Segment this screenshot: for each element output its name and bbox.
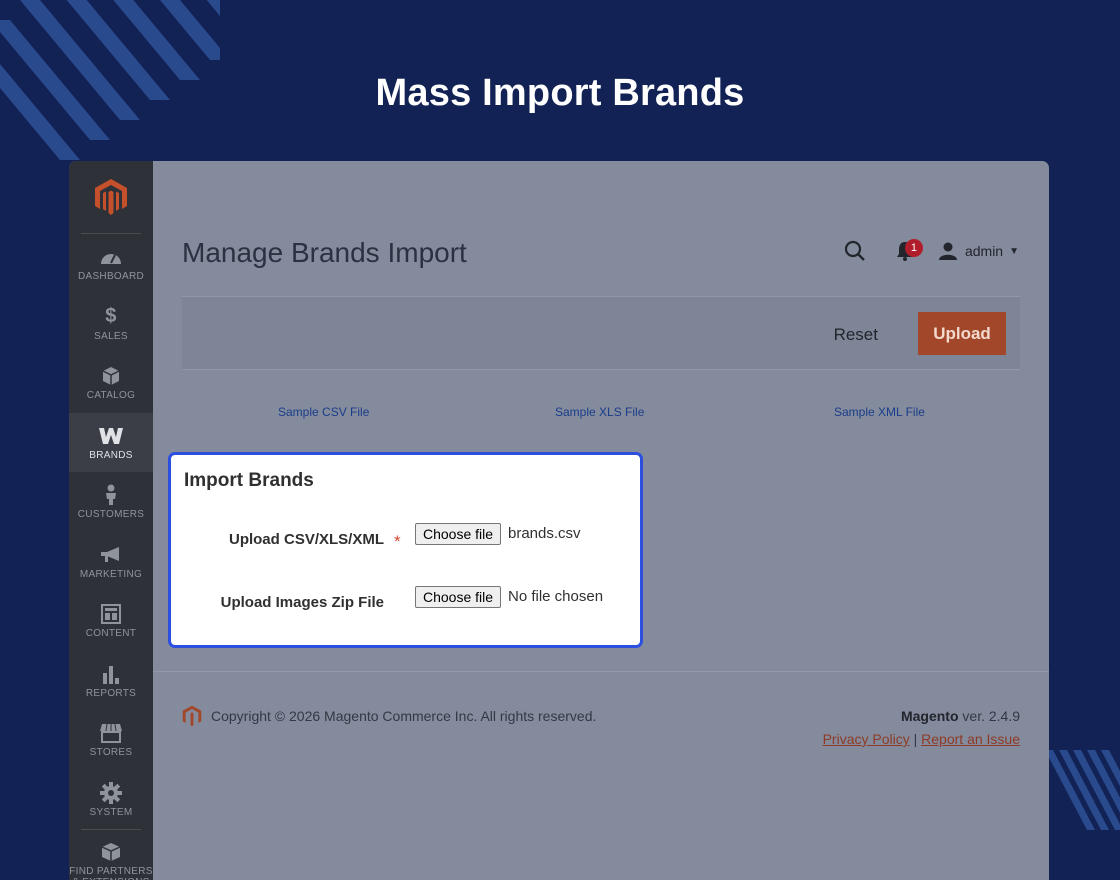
upload-zip-label: Upload Images Zip File bbox=[220, 594, 384, 611]
content-layout-icon bbox=[101, 602, 121, 626]
sidebar-item-label: BRANDS bbox=[89, 449, 133, 461]
upload-file-label: Upload CSV/XLS/XML bbox=[228, 531, 384, 548]
admin-window: DASHBOARD $ SALES CATALOG BRANDS CUSTOME… bbox=[69, 161, 1049, 880]
admin-user-menu[interactable]: admin ▼ bbox=[938, 242, 1019, 260]
sidebar-item-label: DASHBOARD bbox=[77, 271, 145, 283]
magento-logo[interactable] bbox=[69, 161, 153, 233]
decorative-stripes-bottom-right bbox=[1045, 750, 1120, 850]
import-brands-card: Import Brands Upload CSV/XLS/XML * Choos… bbox=[168, 452, 643, 648]
upload-button[interactable]: Upload bbox=[918, 312, 1006, 355]
partners-box-icon bbox=[101, 840, 121, 864]
sidebar-item-label: CONTENT bbox=[85, 628, 137, 640]
choose-zip-button[interactable]: Choose file bbox=[415, 586, 502, 608]
sidebar-item-label: MARKETING bbox=[79, 568, 143, 580]
sample-csv-link[interactable]: Sample CSV File bbox=[278, 405, 369, 419]
choose-file-button[interactable]: Choose file bbox=[415, 523, 502, 545]
sample-xls-link[interactable]: Sample XLS File bbox=[555, 405, 644, 419]
selected-file-name: brands.csv bbox=[508, 525, 581, 542]
sidebar-item-customers[interactable]: CUSTOMERS bbox=[69, 472, 153, 532]
sidebar-item-dashboard[interactable]: DASHBOARD bbox=[69, 234, 153, 294]
sample-xml-link[interactable]: Sample XML File bbox=[834, 405, 925, 419]
reset-button[interactable]: Reset bbox=[824, 314, 888, 356]
brands-w-icon bbox=[98, 424, 124, 448]
sidebar-item-content[interactable]: CONTENT bbox=[69, 591, 153, 651]
required-mark: * bbox=[394, 532, 401, 551]
report-issue-link[interactable]: Report an Issue bbox=[921, 731, 1020, 747]
banner-title: Mass Import Brands bbox=[375, 72, 745, 114]
sidebar-item-find-partners[interactable]: FIND PARTNERS & EXTENSIONS bbox=[69, 830, 153, 880]
page-actions-bar: Reset Upload bbox=[182, 296, 1020, 370]
privacy-policy-link[interactable]: Privacy Policy bbox=[823, 731, 910, 747]
sidebar-item-marketing[interactable]: MARKETING bbox=[69, 532, 153, 592]
notifications-button[interactable]: 1 bbox=[891, 237, 923, 265]
sidebar-item-brands[interactable]: BRANDS bbox=[69, 412, 153, 472]
sidebar-item-label: FIND PARTNERS & EXTENSIONS bbox=[69, 866, 153, 880]
admin-sidebar: DASHBOARD $ SALES CATALOG BRANDS CUSTOME… bbox=[69, 161, 153, 880]
sidebar-item-sales[interactable]: $ SALES bbox=[69, 294, 153, 354]
footer-links: Privacy Policy | Report an Issue bbox=[823, 731, 1020, 747]
selected-zip-name: No file chosen bbox=[508, 588, 604, 605]
dollar-icon: $ bbox=[105, 305, 117, 328]
page-title: Manage Brands Import bbox=[182, 237, 467, 268]
admin-username: admin bbox=[964, 243, 1004, 259]
sidebar-item-system[interactable]: SYSTEM bbox=[69, 770, 153, 830]
magento-logo-icon bbox=[95, 179, 127, 215]
megaphone-icon bbox=[100, 543, 122, 567]
search-icon[interactable] bbox=[841, 237, 869, 265]
store-icon bbox=[99, 721, 123, 745]
sidebar-item-label: SYSTEM bbox=[89, 806, 133, 818]
notification-count-badge: 1 bbox=[904, 239, 923, 257]
catalog-box-icon bbox=[102, 364, 120, 388]
sidebar-item-stores[interactable]: STORES bbox=[69, 710, 153, 770]
sidebar-item-reports[interactable]: REPORTS bbox=[69, 651, 153, 711]
chevron-down-icon: ▼ bbox=[1009, 245, 1019, 257]
sidebar-item-label: SALES bbox=[94, 330, 128, 342]
bar-chart-icon bbox=[101, 662, 121, 686]
gear-icon bbox=[100, 781, 122, 805]
user-icon bbox=[938, 242, 957, 260]
footer-link-separator: | bbox=[913, 731, 918, 747]
sidebar-item-label: CUSTOMERS bbox=[77, 509, 145, 521]
sidebar-item-catalog[interactable]: CATALOG bbox=[69, 353, 153, 413]
dashboard-icon bbox=[100, 245, 122, 269]
sidebar-item-label: STORES bbox=[89, 747, 133, 759]
sidebar-item-label: REPORTS bbox=[85, 687, 137, 699]
customer-person-icon bbox=[104, 483, 118, 507]
sidebar-item-label: CATALOG bbox=[86, 390, 136, 402]
import-brands-title: Import Brands bbox=[184, 470, 314, 491]
header-actions: 1 admin ▼ bbox=[841, 237, 1019, 265]
